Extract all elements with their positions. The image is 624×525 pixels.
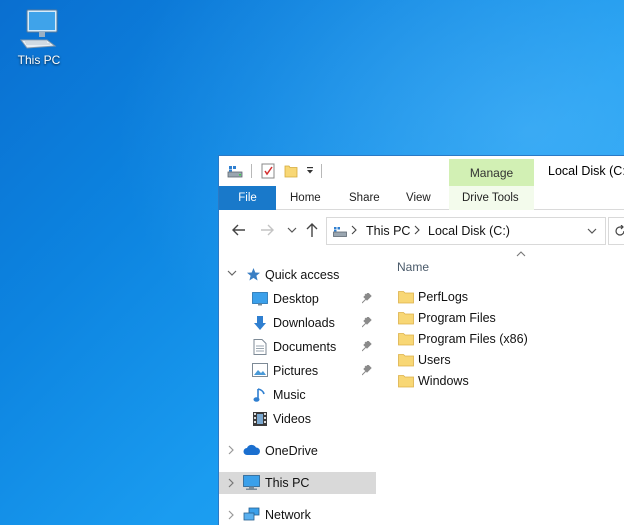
file-name: Program Files (x86) — [418, 332, 528, 346]
star-icon — [247, 268, 260, 281]
file-name: Windows — [418, 374, 469, 388]
nav-item-music[interactable]: Music — [219, 384, 376, 406]
refresh-icon — [615, 225, 624, 236]
tab-drive-tools[interactable]: Drive Tools — [462, 186, 519, 210]
nav-label: Downloads — [273, 316, 335, 330]
pin-icon[interactable] — [362, 317, 372, 329]
forward-arrow-icon[interactable] — [259, 223, 275, 237]
desktop-icon-this-pc[interactable]: This PC — [8, 8, 70, 74]
nav-item-downloads[interactable]: Downloads — [219, 312, 376, 334]
toolbar-separator — [321, 164, 322, 178]
nav-item-desktop[interactable]: Desktop — [219, 288, 376, 310]
ribbon-tab-bar: File Home Share View Drive Tools — [219, 186, 624, 210]
folder-icon — [398, 291, 414, 304]
recent-locations-chevron-icon[interactable] — [287, 227, 297, 233]
computer-icon — [243, 475, 260, 490]
sort-ascending-caret-icon — [516, 251, 526, 257]
nav-label: Quick access — [265, 268, 340, 282]
nav-label: OneDrive — [265, 444, 318, 458]
file-row-windows[interactable]: Windows — [379, 371, 624, 392]
drive-icon[interactable] — [227, 163, 243, 179]
nav-label: Desktop — [273, 292, 319, 306]
file-list-pane: Name PerfLogs Program Files Program File… — [379, 251, 624, 525]
navigation-pane: Quick access Desktop Downloads Documents… — [219, 251, 379, 525]
videos-icon — [253, 412, 267, 426]
up-arrow-icon[interactable] — [305, 222, 319, 238]
tab-drive-tools-label: Drive Tools — [462, 192, 519, 204]
computer-icon — [20, 9, 58, 49]
file-name: Program Files — [418, 311, 496, 325]
collapsed-chevron-icon[interactable] — [228, 478, 234, 488]
tab-home[interactable]: Home — [290, 186, 321, 210]
refresh-button[interactable] — [608, 217, 624, 245]
window-title: Local Disk (C:) — [548, 164, 624, 178]
nav-label: Music — [273, 388, 306, 402]
new-folder-icon[interactable] — [284, 163, 298, 179]
folder-icon — [398, 354, 414, 367]
address-bar[interactable]: This PC Local Disk (C:) — [326, 217, 606, 245]
address-dropdown-chevron-icon[interactable] — [587, 228, 597, 234]
tab-home-label: Home — [290, 192, 321, 204]
manage-context-tab[interactable]: Manage — [449, 159, 534, 186]
expanded-chevron-icon[interactable] — [227, 270, 237, 276]
nav-quick-access[interactable]: Quick access — [219, 264, 376, 286]
nav-item-pictures[interactable]: Pictures — [219, 360, 376, 382]
music-icon — [253, 388, 265, 402]
folder-icon — [398, 333, 414, 346]
nav-network[interactable]: Network — [219, 504, 376, 525]
breadcrumb-local-disk[interactable]: Local Disk (C:) — [428, 224, 510, 238]
manage-context-label: Manage — [469, 165, 514, 180]
file-explorer-window: Manage Local Disk (C:) File Home Share V… — [218, 155, 624, 525]
nav-label: Pictures — [273, 364, 319, 378]
pictures-icon — [252, 363, 268, 377]
tab-view-label: View — [406, 192, 431, 204]
properties-icon[interactable] — [261, 163, 275, 179]
network-icon — [243, 507, 260, 521]
tab-file-label: File — [238, 192, 257, 204]
tab-share[interactable]: Share — [349, 186, 380, 210]
drive-icon — [333, 227, 347, 237]
tab-share-label: Share — [349, 192, 380, 204]
file-row-perflogs[interactable]: PerfLogs — [379, 287, 624, 308]
desktop-folder-icon — [252, 292, 268, 306]
navigation-bar: This PC Local Disk (C:) — [219, 211, 624, 251]
nav-item-documents[interactable]: Documents — [219, 336, 376, 358]
back-arrow-icon[interactable] — [231, 223, 247, 237]
breadcrumb-chevron-icon[interactable] — [414, 225, 420, 235]
cloud-icon — [243, 444, 260, 455]
desktop-icon-label: This PC — [17, 53, 61, 67]
tab-file[interactable]: File — [219, 186, 276, 210]
tab-view[interactable]: View — [406, 186, 431, 210]
folder-icon — [398, 312, 414, 325]
documents-icon — [253, 339, 267, 355]
collapsed-chevron-icon[interactable] — [228, 510, 234, 520]
toolbar-separator — [251, 164, 252, 178]
title-bar: Manage Local Disk (C:) — [219, 156, 624, 186]
nav-this-pc[interactable]: This PC — [219, 472, 376, 494]
file-row-program-files[interactable]: Program Files — [379, 308, 624, 329]
pin-icon[interactable] — [362, 293, 372, 305]
breadcrumb-chevron-icon[interactable] — [351, 225, 357, 235]
nav-label: Documents — [273, 340, 337, 354]
nav-onedrive[interactable]: OneDrive — [219, 440, 376, 462]
file-row-users[interactable]: Users — [379, 350, 624, 371]
pin-icon[interactable] — [362, 341, 372, 353]
folder-icon — [398, 375, 414, 388]
column-header-name[interactable]: Name — [397, 260, 429, 274]
nav-item-videos[interactable]: Videos — [219, 408, 376, 430]
file-name: PerfLogs — [418, 290, 469, 304]
breadcrumb-this-pc[interactable]: This PC — [366, 224, 410, 238]
downloads-icon — [254, 316, 266, 330]
nav-label: This PC — [265, 476, 310, 490]
nav-label: Videos — [273, 412, 311, 426]
collapsed-chevron-icon[interactable] — [228, 445, 234, 455]
customize-dropdown-icon[interactable] — [306, 167, 314, 175]
pin-icon[interactable] — [362, 365, 372, 377]
nav-label: Network — [265, 508, 311, 522]
file-name: Users — [418, 353, 451, 367]
file-row-program-files-x86[interactable]: Program Files (x86) — [379, 329, 624, 350]
